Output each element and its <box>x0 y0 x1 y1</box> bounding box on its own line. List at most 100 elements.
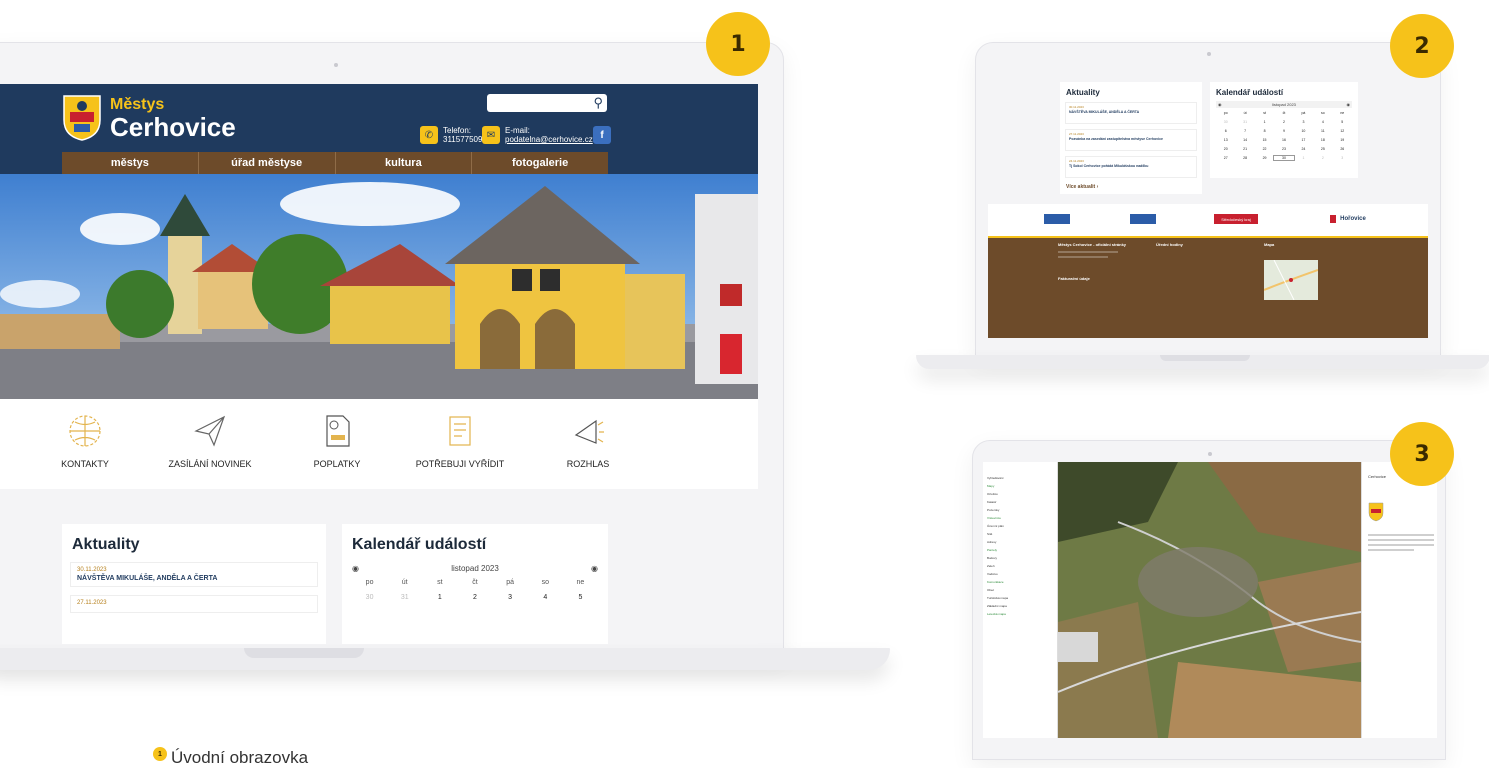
partner-logo[interactable] <box>1044 214 1070 224</box>
calendar-day[interactable]: 31 <box>387 594 422 601</box>
calendar-day[interactable]: 29 <box>1255 156 1274 160</box>
calendar-day[interactable]: 23 <box>1274 147 1293 151</box>
prev-month-icon[interactable]: ◉ <box>1218 102 1222 107</box>
site-title[interactable]: Cerhovice <box>110 112 236 143</box>
calendar-day[interactable]: 19 <box>1333 138 1352 142</box>
prev-month-icon[interactable]: ◉ <box>352 564 359 573</box>
news-item[interactable]: 30.11.2023 NÁVŠTĚVA MIKULÁŠE, ANDĚLA A Č… <box>70 562 318 587</box>
calendar-day[interactable]: 12 <box>1333 129 1352 133</box>
map-layer-row[interactable]: Pozemky <box>987 508 999 512</box>
map-layer-row[interactable]: Katastr <box>987 500 997 504</box>
partner-logo-horovice[interactable]: Hořovice <box>1318 214 1378 224</box>
calendar-day[interactable]: 4 <box>1313 120 1332 124</box>
map-layer-row[interactable]: Mapy <box>987 484 994 488</box>
quick-link-vyridit[interactable]: POTŘEBUJI VYŘÍDIT <box>400 411 520 469</box>
quick-link-kontakty[interactable]: KONTAKTY <box>25 411 145 469</box>
map-layer-row[interactable]: Obec <box>987 588 994 592</box>
news-item[interactable]: 27.11.2023 Pozvánka na zasedání zastupit… <box>1065 129 1197 151</box>
map-layer-row[interactable]: Ortofoto <box>987 492 998 496</box>
calendar-day[interactable]: 18 <box>1313 138 1332 142</box>
map-layer-row[interactable]: Sítě <box>987 532 992 536</box>
calendar-day[interactable]: 8 <box>1255 129 1274 133</box>
map-layer-row[interactable]: Územní plán <box>987 524 1004 528</box>
map-layer-row[interactable]: Vyhledávání <box>987 476 1003 480</box>
calendar-title-small: Kalendář událostí <box>1216 88 1284 97</box>
town-crest-icon <box>63 95 101 141</box>
map-layer-row[interactable]: Vodstvo <box>987 572 998 576</box>
calendar-day[interactable]: 5 <box>1333 120 1352 124</box>
news-panel: Aktuality 30.11.2023 NÁVŠTĚVA MIKULÁŠE, … <box>62 524 326 644</box>
map-layer-row[interactable]: Zeleň <box>987 564 995 568</box>
calendar-day[interactable]: 1 <box>1294 156 1313 160</box>
calendar-day[interactable]: 30 <box>352 594 387 601</box>
calendar-day[interactable]: 30 <box>1216 120 1235 124</box>
footer-map[interactable] <box>1264 260 1318 300</box>
calendar-day[interactable]: 7 <box>1235 129 1254 133</box>
map-layer-row[interactable]: Základní mapa <box>987 604 1007 608</box>
map-layer-row[interactable]: Vrstevnice <box>987 516 1001 520</box>
next-month-icon[interactable]: ◉ <box>591 564 598 573</box>
calendar-day[interactable]: 2 <box>1274 120 1293 124</box>
search-input[interactable]: ⚲ <box>487 94 607 112</box>
orthophoto-map[interactable] <box>1058 462 1361 738</box>
calendar-day[interactable]: 11 <box>1313 129 1332 133</box>
calendar-day[interactable]: 1 <box>1255 120 1274 124</box>
nav-item-urad[interactable]: úřad městyse <box>199 152 336 174</box>
map-layer-sidebar: Vyhledávání Mapy Ortofoto Katastr Pozemky Vrs… <box>983 462 1058 738</box>
calendar-day[interactable]: 30 <box>1273 155 1295 161</box>
laptop-1-base <box>0 648 890 670</box>
calendar-day[interactable]: 25 <box>1313 147 1332 151</box>
calendar-day[interactable]: 21 <box>1235 147 1254 151</box>
calendar-day[interactable]: 26 <box>1333 147 1352 151</box>
map-layer-row[interactable]: Adresy <box>987 540 996 544</box>
calendar-day[interactable]: 4 <box>528 594 563 601</box>
quick-link-rozhlas[interactable]: ROZHLAS <box>528 411 648 469</box>
nav-item-fotogalerie[interactable]: fotogalerie <box>472 152 608 174</box>
calendar-day[interactable]: 22 <box>1255 147 1274 151</box>
partner-logo[interactable]: Středočeský kraj <box>1214 214 1258 224</box>
partner-logo[interactable] <box>1130 214 1156 224</box>
calendar-day[interactable]: 2 <box>1313 156 1332 160</box>
news-item[interactable]: 24.11.2023 Tj Sokol Cerhovice pořádá Mik… <box>1065 156 1197 178</box>
facebook-icon[interactable]: f <box>593 126 611 144</box>
footer-title: Městys Cerhovice - oficiální stránky <box>1058 242 1127 247</box>
quick-link-poplatky[interactable]: POPLATKY <box>277 411 397 469</box>
email-contact[interactable]: ✉ E-mail: podatelna@cerhovice.cz <box>482 126 593 144</box>
quick-link-label: POPLATKY <box>313 459 361 469</box>
calendar-day[interactable]: 2 <box>457 594 492 601</box>
facebook-link[interactable]: f <box>593 126 611 144</box>
calendar-day[interactable]: 5 <box>563 594 598 601</box>
calendar-day[interactable]: 24 <box>1294 147 1313 151</box>
quick-link-novinky[interactable]: ZASÍLÁNÍ NOVINEK <box>150 411 270 469</box>
phone-contact[interactable]: ✆ Telefon: 311577509 <box>420 126 482 144</box>
map-layer-row[interactable]: Parcely <box>987 548 997 552</box>
calendar-day[interactable]: 15 <box>1255 138 1274 142</box>
calendar-day[interactable]: 16 <box>1274 138 1293 142</box>
calendar-day[interactable]: 6 <box>1216 129 1235 133</box>
calendar-day[interactable]: 13 <box>1216 138 1235 142</box>
search-icon[interactable]: ⚲ <box>593 95 603 111</box>
news-item[interactable]: 30.11.2023 NÁVŠTĚVA MIKULÁŠE, ANDĚLA A Č… <box>1065 102 1197 124</box>
calendar-day[interactable]: 3 <box>1333 156 1352 160</box>
news-item[interactable]: 27.11.2023 <box>70 595 318 613</box>
calendar-day[interactable]: 28 <box>1235 156 1254 160</box>
map-layer-row[interactable]: Letecká mapa <box>987 612 1006 616</box>
map-layer-row[interactable]: Komunikace <box>987 580 1004 584</box>
calendar-day[interactable]: 9 <box>1274 129 1293 133</box>
invoice-icon <box>317 411 357 451</box>
calendar-day[interactable]: 20 <box>1216 147 1235 151</box>
calendar-day[interactable]: 3 <box>1294 120 1313 124</box>
nav-item-kultura[interactable]: kultura <box>336 152 473 174</box>
calendar-day[interactable]: 17 <box>1294 138 1313 142</box>
map-layer-row[interactable]: Budovy <box>987 556 997 560</box>
next-month-icon[interactable]: ◉ <box>1346 102 1350 107</box>
calendar-day[interactable]: 3 <box>493 594 528 601</box>
more-news-link[interactable]: Více aktualit › <box>1066 184 1202 190</box>
nav-item-mestys[interactable]: městys <box>62 152 199 174</box>
calendar-day[interactable]: 14 <box>1235 138 1254 142</box>
calendar-day[interactable]: 10 <box>1294 129 1313 133</box>
map-layer-row[interactable]: Turistická mapa <box>987 596 1008 600</box>
calendar-day[interactable]: 31 <box>1235 120 1254 124</box>
calendar-day[interactable]: 1 <box>422 594 457 601</box>
calendar-day[interactable]: 27 <box>1216 156 1235 160</box>
